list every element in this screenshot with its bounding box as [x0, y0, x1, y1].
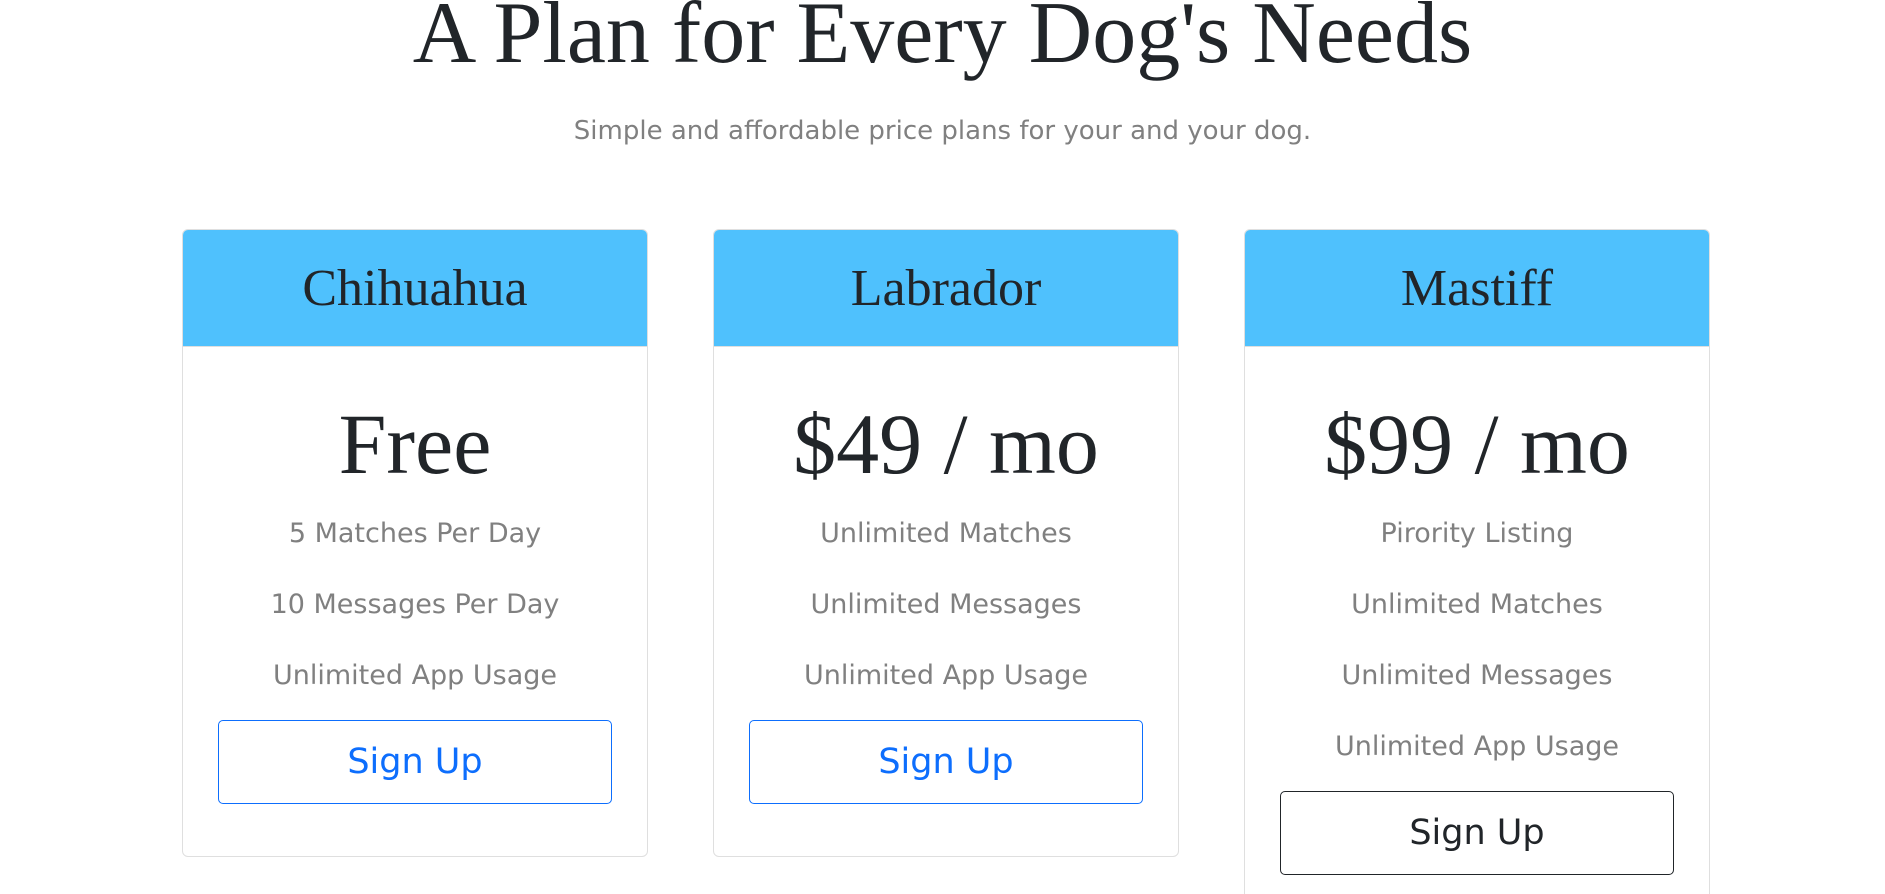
plan-price: Free — [338, 396, 492, 492]
feature-list: 5 Matches Per Day 10 Messages Per Day Un… — [183, 506, 647, 719]
feature-item: Unlimited Matches — [820, 518, 1072, 549]
feature-item: Pirority Listing — [1380, 518, 1574, 549]
feature-list: Unlimited Matches Unlimited Messages Unl… — [714, 506, 1178, 719]
feature-item: Unlimited Messages — [810, 589, 1082, 620]
sign-up-button-mastiff[interactable]: Sign Up — [1280, 791, 1674, 875]
feature-item: 5 Matches Per Day — [288, 518, 542, 549]
page-subtitle: Simple and affordable price plans for yo… — [573, 116, 1312, 146]
feature-item: Unlimited Messages — [1341, 660, 1613, 691]
plan-card-chihuahua: Chihuahua Free 5 Matches Per Day 10 Mess… — [182, 229, 648, 857]
page-title: A Plan for Every Dog's Needs — [412, 0, 1473, 82]
plan-price: $99 / mo — [1324, 396, 1630, 492]
feature-item: Unlimited App Usage — [803, 660, 1089, 691]
plan-price: $49 / mo — [793, 396, 1099, 492]
feature-item: Unlimited App Usage — [272, 660, 558, 691]
feature-item: Unlimited App Usage — [1334, 731, 1620, 762]
feature-item: Unlimited Matches — [1351, 589, 1603, 620]
sign-up-button-chihuahua[interactable]: Sign Up — [218, 720, 612, 804]
plan-card-mastiff: Mastiff $99 / mo Pirority Listing Unlimi… — [1244, 229, 1710, 894]
pricing-section: A Plan for Every Dog's Needs Simple and … — [0, 0, 1885, 894]
plan-name: Mastiff — [1245, 230, 1709, 347]
sign-up-button-labrador[interactable]: Sign Up — [749, 720, 1143, 804]
feature-item: 10 Messages Per Day — [270, 589, 560, 620]
plan-card-labrador: Labrador $49 / mo Unlimited Matches Unli… — [713, 229, 1179, 857]
feature-list: Pirority Listing Unlimited Matches Unlim… — [1245, 506, 1709, 790]
plan-name: Labrador — [714, 230, 1178, 347]
plan-name: Chihuahua — [183, 230, 647, 347]
